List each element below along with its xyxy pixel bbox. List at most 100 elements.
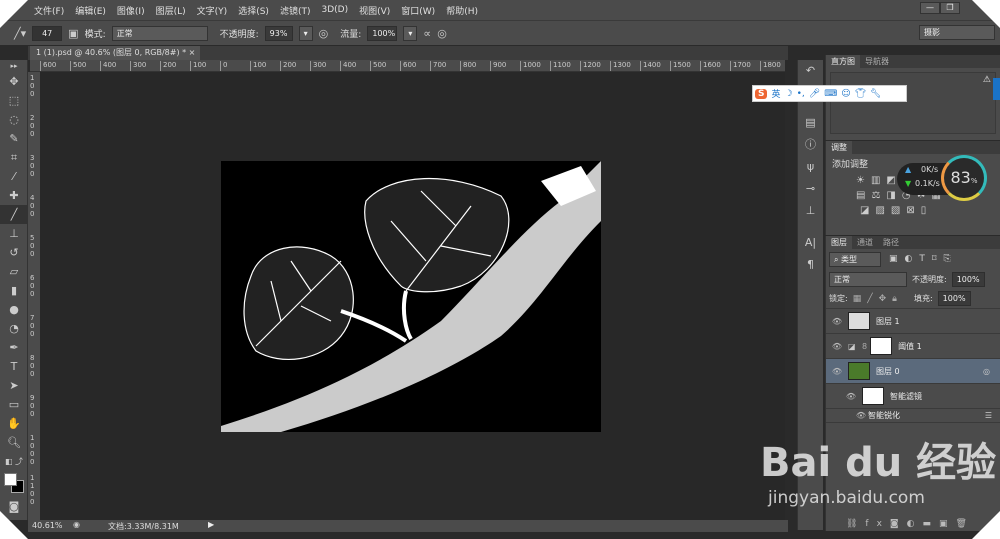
share-icon[interactable]: ◉ [73,520,80,529]
eye-icon[interactable]: 👁︎ [826,317,848,326]
pen-tool-icon[interactable]: ✒ [0,338,28,357]
history-brush-icon[interactable]: ↺ [0,243,28,262]
tab-navigator[interactable]: 导航器 [860,55,894,68]
menu-edit[interactable]: 编辑(E) [75,4,106,17]
pressure-opacity-icon[interactable]: ◎ [319,27,329,40]
layer-row[interactable]: 👁︎ ◪ 8 阈值 1 [826,334,1000,359]
opacity-input[interactable]: 93% [264,25,293,41]
history-icon[interactable]: ↶ [798,60,823,82]
warning-icon[interactable]: ⚠ [983,75,991,85]
ruler-tick-label: 200 [160,61,176,71]
pressure-size-icon[interactable]: ◎ [437,27,447,40]
layer-row[interactable]: 👁︎ 图层 1 [826,309,1000,334]
menu-3d[interactable]: 3D(D) [321,5,348,15]
eye-icon[interactable]: 👁︎ [826,342,848,351]
ime-language[interactable]: 英 [771,87,780,100]
flow-input[interactable]: 100% [367,25,398,41]
layer-filter-icons[interactable]: ▣◐T⌑⎘ [889,254,958,264]
dodge-tool-icon[interactable]: ◔ [0,319,28,338]
menu-file[interactable]: 文件(F) [34,4,64,17]
crop-tool-icon[interactable]: ⌗ [0,148,28,167]
menu-filter[interactable]: 滤镜(T) [280,4,311,17]
minimize-button[interactable]: — [920,2,940,14]
zoom-level[interactable]: 40.61% [32,521,63,530]
clone-source-icon[interactable]: ⊥ [798,200,823,222]
close-tab-icon[interactable]: × [189,48,196,57]
tab-channels[interactable]: 通道 [852,236,878,249]
document-canvas[interactable] [221,161,601,432]
tab-layers[interactable]: 图层 [826,236,852,249]
brush-tool-icon[interactable]: ╱ [0,205,28,224]
marquee-tool-icon[interactable]: ⬚ [0,91,28,110]
filter-mask-thumbnail [862,387,884,405]
punctuation-icon[interactable]: •, [797,89,805,99]
moon-icon[interactable]: ☽ [785,89,793,99]
wrench-icon[interactable]: 🔧︎ [870,89,881,99]
skin-icon[interactable]: 👕︎ [855,89,866,99]
mic-icon[interactable]: 🎤︎ [809,89,820,99]
brush-presets-icon[interactable]: ψ [798,156,823,178]
swap-colors-icon[interactable]: ◧ ⤴ [0,452,28,471]
smart-filter-row[interactable]: 👁︎ 智能滤镜 [826,384,1000,409]
menu-help[interactable]: 帮助(H) [446,4,478,17]
layers-footer-icons[interactable]: ⛓fx◙◐▬▣🗑︎ [846,519,975,529]
blend-mode-select[interactable]: 正常 [829,271,907,287]
restore-button[interactable]: ❐ [940,2,960,14]
collapse-icon[interactable]: ▸▸ [0,60,28,72]
opacity-dropdown-icon[interactable]: ▾ [298,25,313,41]
blur-tool-icon[interactable]: ● [0,300,28,319]
filter-options-icon[interactable]: ☰ [985,411,992,420]
smart-sharpen-row[interactable]: 👁︎ 智能锐化 ☰ [826,409,1000,423]
tool-presets-icon[interactable]: ⊸ [798,178,823,200]
menu-select[interactable]: 选择(S) [238,4,269,17]
type-tool-icon[interactable]: T [0,357,28,376]
brush-panel-icon[interactable]: ▣ [68,27,78,40]
menu-type[interactable]: 文字(Y) [197,4,228,17]
airbrush-icon[interactable]: ∝ [423,27,431,40]
menu-image[interactable]: 图像(I) [117,4,145,17]
path-select-icon[interactable]: ➤ [0,376,28,395]
lasso-tool-icon[interactable]: ◌ [0,110,28,129]
character-icon[interactable]: A| [798,232,823,254]
color-swatches[interactable] [0,471,27,497]
tab-histogram[interactable]: 直方图 [826,55,860,68]
menu-layer[interactable]: 图层(L) [156,4,186,17]
mode-select[interactable]: 正常 [111,25,208,41]
hand-tool-icon[interactable]: ✋ [0,414,28,433]
fill-input[interactable]: 100% [937,291,971,306]
brush-size-picker[interactable]: 47 [32,25,63,41]
menu-window[interactable]: 窗口(W) [401,4,435,17]
quick-select-icon[interactable]: ✎ [0,129,28,148]
shape-tool-icon[interactable]: ▭ [0,395,28,414]
foreground-color[interactable] [4,473,17,486]
tab-adjustments[interactable]: 调整 [826,141,852,154]
status-menu-arrow-icon[interactable]: ▶ [208,520,214,529]
healing-brush-icon[interactable]: ✚ [0,186,28,205]
move-tool-icon[interactable]: ✥ [0,72,28,91]
layer-opacity-input[interactable]: 100% [951,271,985,287]
gradient-tool-icon[interactable]: ▮ [0,281,28,300]
properties-icon[interactable]: ▤ [798,112,823,134]
layer-filter-select[interactable]: ⌕ 类型 [829,251,881,267]
clone-stamp-icon[interactable]: ⊥ [0,224,28,243]
lock-icons[interactable]: ▦╱✥🔒︎ [853,294,903,304]
eye-icon[interactable]: 👁︎ [826,367,848,376]
layer-row-selected[interactable]: 👁︎ 图层 0 ◎ [826,359,1000,384]
adjustment-icons-row3[interactable]: ◪▨▧⊠▯ [826,203,1000,218]
eye-icon[interactable]: 👁︎ [840,392,862,401]
paragraph-icon[interactable]: ¶ [798,254,823,276]
document-tab[interactable]: 1 (1).psd @ 40.6% (图层 0, RGB/8#) * × [30,46,200,60]
user-icon[interactable]: ☺ [841,89,850,99]
sogou-logo[interactable]: S [755,88,768,99]
eye-icon[interactable]: 👁︎ [854,411,868,420]
keyboard-icon[interactable]: ⌨ [824,89,837,99]
menu-view[interactable]: 视图(V) [359,4,390,17]
tab-paths[interactable]: 路径 [878,236,904,249]
eraser-icon[interactable]: ▱ [0,262,28,281]
memory-gauge[interactable]: 83% [941,155,987,201]
zoom-tool-icon[interactable]: 🔍︎ [0,433,28,452]
brush-tool-icon[interactable]: ╱▾ [14,27,26,40]
eyedropper-icon[interactable]: ⁄ [0,167,28,186]
flow-dropdown-icon[interactable]: ▾ [403,25,418,41]
info-icon[interactable]: ⓘ [798,134,823,156]
